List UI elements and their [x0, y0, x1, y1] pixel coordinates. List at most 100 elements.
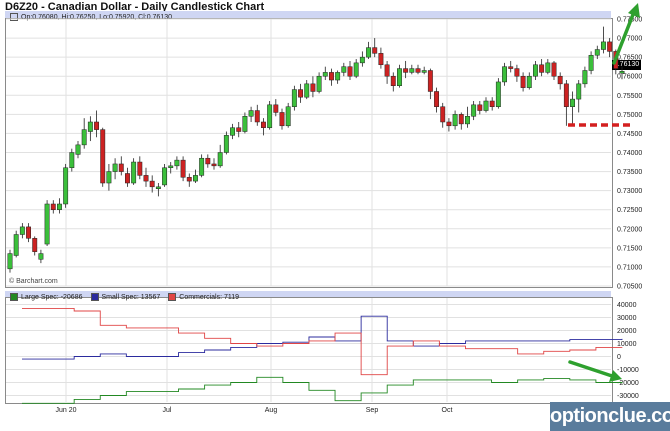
candle-body [63, 167, 69, 205]
candle-body [174, 159, 180, 167]
indicator-tick-label: 40000 [617, 302, 637, 309]
price-tick-label: 0.73500 [617, 169, 642, 176]
candle-body [94, 121, 99, 130]
candle-body [353, 62, 359, 77]
price-tick-label: 0.72500 [617, 207, 642, 214]
candle-body [291, 89, 297, 107]
candle-body [421, 70, 427, 73]
candle-body [279, 112, 285, 127]
price-tick-label: 0.72000 [617, 226, 642, 233]
candle-body [322, 72, 328, 77]
candle-body [477, 104, 483, 111]
candle-body [495, 81, 501, 107]
candle-body [607, 41, 613, 52]
candle-body [137, 161, 143, 176]
candle-body [434, 91, 439, 107]
candle-body [576, 83, 582, 100]
candle-body [372, 47, 378, 54]
candle-body [526, 75, 532, 88]
candle-body [619, 71, 625, 74]
indicator-tick-label: 20000 [617, 328, 637, 335]
candle-body [7, 253, 13, 270]
candle-body [440, 106, 446, 123]
candle-body [186, 177, 192, 182]
candle-body [131, 161, 137, 184]
candle-body [316, 75, 322, 92]
candle-body [273, 104, 279, 113]
candle-body [539, 64, 545, 73]
series-line [22, 307, 623, 376]
candle-body [409, 68, 415, 73]
candle-body [13, 234, 19, 256]
chart-canvas[interactable]: 0.70500 0.71000 0.71500 0.72000 0.72500 0.730… [0, 0, 670, 431]
candle-body [520, 75, 526, 88]
price-tick-label: 0.76500 [617, 55, 642, 62]
candle-body [118, 163, 124, 172]
indicator-tick-label: 30000 [617, 315, 637, 322]
candle-body [452, 114, 458, 127]
price-tick-label: 0.74000 [617, 150, 642, 157]
indicator-tick-label: -10000 [617, 367, 639, 374]
candle-body [211, 163, 217, 167]
candle-body [57, 203, 62, 210]
candle-body [180, 159, 186, 178]
candle-body [582, 70, 588, 85]
candle-body [366, 47, 371, 58]
candle-body [50, 203, 56, 210]
candle-body [415, 68, 421, 73]
candle-body [248, 110, 254, 117]
candle-body [143, 175, 149, 182]
candle-body [304, 83, 310, 98]
candle-body [125, 173, 130, 184]
x-tick-label: Jun 20 [55, 407, 76, 414]
series-line [22, 315, 623, 360]
candle-body [217, 152, 223, 167]
x-tick-label: Jul [163, 407, 172, 414]
candle-body [427, 70, 433, 92]
candle-body [168, 165, 174, 169]
candle-body [310, 83, 316, 92]
candle-body [19, 226, 25, 235]
indicator-tick-label: 0 [617, 354, 621, 361]
candle-body [533, 64, 538, 77]
candle-body [223, 135, 229, 153]
candle-body [75, 144, 81, 155]
candle-body [545, 62, 551, 73]
candle-body [570, 98, 575, 107]
candle-body [335, 72, 341, 81]
candle-body [514, 68, 520, 77]
x-tick-label: Aug [265, 407, 278, 414]
series-line [22, 376, 623, 404]
candle-body [254, 110, 260, 123]
price-tick-label: 0.75500 [617, 93, 642, 100]
candle-body [508, 66, 514, 69]
indicator-tick-label: -30000 [617, 393, 639, 400]
price-tick-label: 0.74500 [617, 131, 642, 138]
candle-body [44, 203, 50, 245]
candle-body [199, 157, 205, 176]
candle-body [563, 83, 569, 107]
candle-body [489, 100, 495, 107]
candle-body [298, 89, 303, 98]
candle-body [359, 56, 365, 64]
candle-body [588, 54, 594, 71]
candle-body [230, 127, 235, 136]
price-tick-label: 0.73000 [617, 188, 642, 195]
price-tick-label: 0.76000 [617, 74, 642, 81]
candle-body [601, 41, 606, 50]
candle-body [285, 106, 291, 127]
candle-body [378, 53, 384, 66]
candle-body [106, 171, 112, 184]
candle-body [112, 163, 118, 172]
candle-body [100, 129, 106, 184]
candle-body [594, 49, 600, 56]
indicator-tick-label: -20000 [617, 380, 639, 387]
candle-body [162, 167, 167, 186]
candle-body [446, 121, 452, 127]
candle-body [390, 75, 396, 87]
candle-body [329, 72, 334, 81]
candle-body [193, 175, 198, 182]
x-tick-label: Sep [366, 407, 379, 414]
candle-body [397, 68, 402, 87]
watermark-logo: optionclue.com [550, 402, 670, 431]
